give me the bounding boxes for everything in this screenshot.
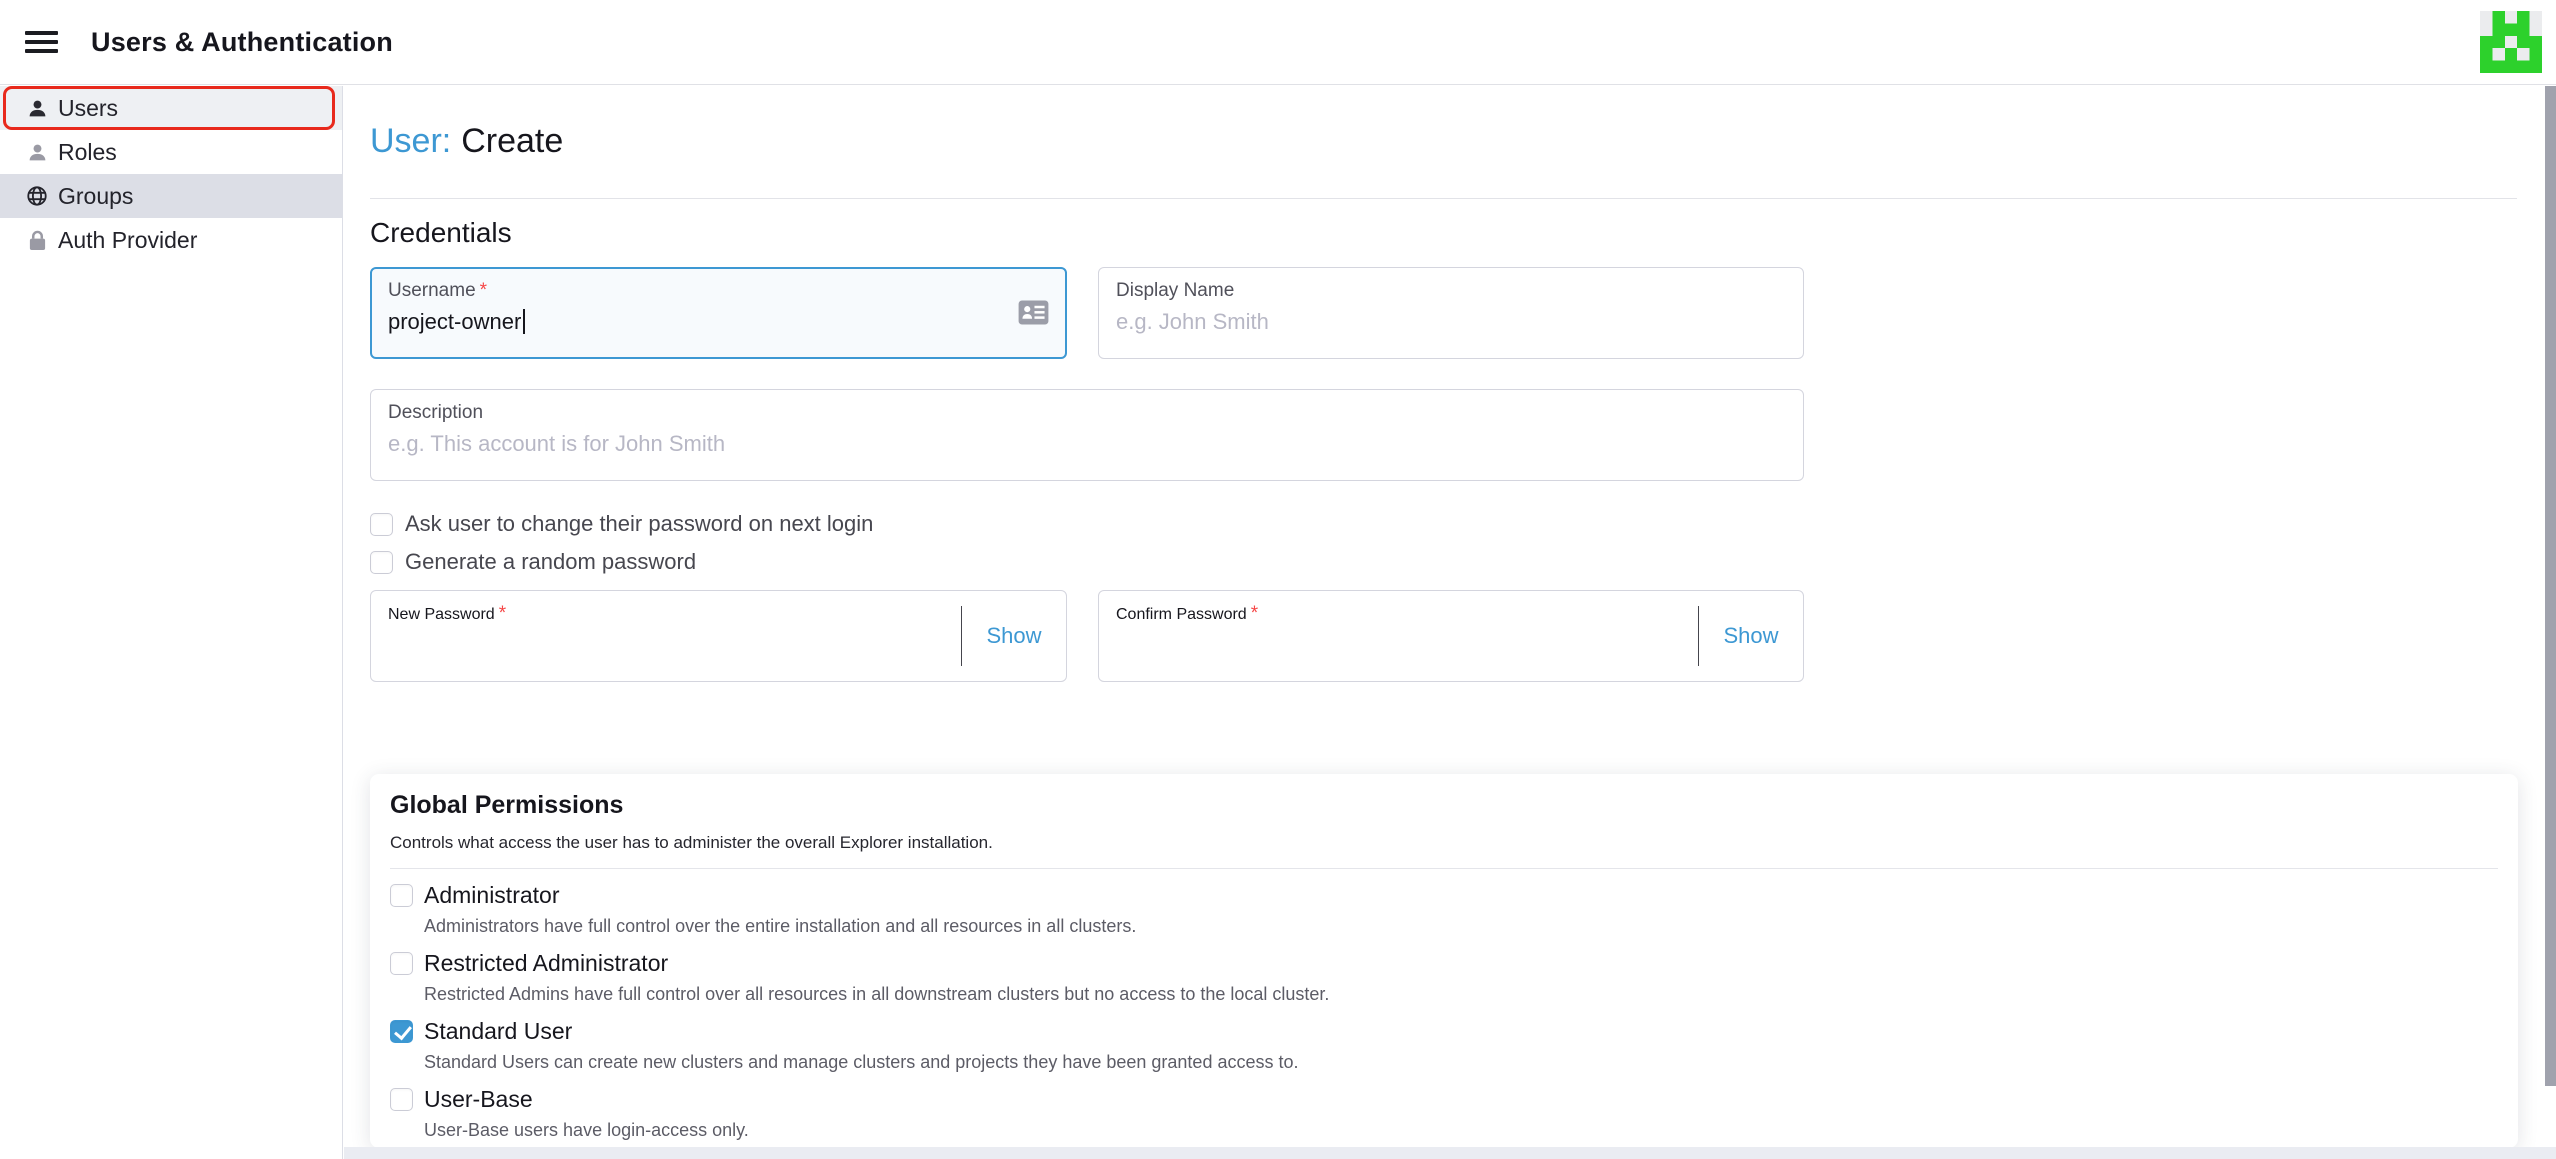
description-field[interactable]: Description e.g. This account is for Joh…: [370, 389, 1804, 481]
global-permissions-card: Global Permissions Controls what access …: [370, 774, 2518, 1148]
restricted-administrator-label: Restricted Administrator: [424, 950, 669, 976]
generate-random-password-checkbox[interactable]: [370, 550, 393, 574]
generate-random-password-row: Generate a random password: [370, 549, 696, 575]
page-background-strip: [344, 1147, 2556, 1159]
username-label: Username *: [388, 280, 488, 301]
sidebar-item-auth-provider[interactable]: Auth Provider: [0, 218, 342, 262]
app-title: Users & Authentication: [91, 26, 393, 57]
description-input[interactable]: e.g. This account is for John Smith: [388, 431, 1786, 457]
confirm-password-field[interactable]: Confirm Password * Show: [1098, 590, 1804, 682]
user-base-checkbox[interactable]: [390, 1088, 413, 1111]
global-permissions-divider: [390, 868, 2498, 869]
title-divider: [370, 198, 2517, 199]
display-name-field[interactable]: Display Name e.g. John Smith: [1098, 267, 1804, 359]
global-permissions-subheading: Controls what access the user has to adm…: [390, 833, 993, 852]
page-title-resource: User:: [370, 122, 452, 160]
ask-change-password-checkbox[interactable]: [370, 512, 393, 536]
brand-logo-icon[interactable]: [2480, 11, 2542, 73]
credentials-heading: Credentials: [370, 217, 512, 248]
address-card-icon: [1018, 300, 1049, 325]
required-asterisk: *: [479, 280, 488, 301]
standard-user-description: Standard Users can create new clusters a…: [424, 1052, 1299, 1072]
new-password-field[interactable]: New Password * Show: [370, 590, 1067, 682]
app-header: Users & Authentication: [0, 0, 2556, 85]
administrator-checkbox[interactable]: [390, 884, 413, 907]
new-password-show-button[interactable]: Show: [962, 591, 1066, 681]
sidebar-nav: Users Roles Groups Auth Provider: [0, 86, 343, 1159]
standard-user-checkbox[interactable]: [390, 1020, 413, 1043]
sidebar-item-users[interactable]: Users: [0, 86, 342, 130]
user-icon: [26, 141, 48, 163]
generate-random-password-label: Generate a random password: [405, 549, 697, 574]
standard-user-label: Standard User: [424, 1018, 573, 1044]
administrator-label: Administrator: [424, 882, 560, 908]
main-content: User: Create Credentials Username * projec…: [344, 86, 2556, 1159]
annotation-highlight-box: [3, 86, 335, 130]
ask-change-password-label: Ask user to change their password on nex…: [405, 511, 874, 536]
lock-icon: [26, 229, 48, 251]
description-label: Description: [388, 402, 484, 423]
sidebar-item-roles[interactable]: Roles: [0, 130, 342, 174]
confirm-password-show-button[interactable]: Show: [1699, 591, 1803, 681]
page-title: User: Create: [370, 122, 563, 161]
page-title-action: Create: [461, 122, 564, 160]
permission-option-user-base: User-Base User-Base users have login-acc…: [390, 1086, 2498, 1141]
user-icon: [26, 97, 48, 119]
display-name-input[interactable]: e.g. John Smith: [1116, 309, 1786, 335]
required-asterisk: *: [1250, 603, 1259, 624]
ask-change-password-row: Ask user to change their password on nex…: [370, 511, 873, 537]
sidebar-item-label: Groups: [58, 182, 134, 209]
sidebar-item-label: Auth Provider: [58, 226, 198, 253]
text-caret: [523, 309, 526, 334]
username-field[interactable]: Username * project-owner: [370, 267, 1067, 359]
administrator-description: Administrators have full control over th…: [424, 916, 1137, 936]
sidebar-item-label: Roles: [58, 138, 117, 165]
permission-option-standard-user: Standard User Standard Users can create …: [390, 1018, 2498, 1073]
display-name-label: Display Name: [1116, 280, 1235, 301]
restricted-administrator-checkbox[interactable]: [390, 952, 413, 975]
globe-icon: [26, 185, 48, 207]
required-asterisk: *: [498, 603, 507, 624]
global-permissions-heading: Global Permissions: [390, 791, 624, 819]
sidebar-item-label: Users: [58, 94, 119, 121]
vertical-scrollbar[interactable]: [2545, 86, 2556, 1086]
permission-option-administrator: Administrator Administrators have full c…: [390, 882, 2498, 937]
username-input[interactable]: project-owner: [388, 309, 1049, 335]
menu-hamburger-icon[interactable]: [25, 26, 58, 58]
confirm-password-label: Confirm Password *: [1116, 603, 1259, 624]
new-password-label: New Password *: [388, 603, 507, 624]
user-base-label: User-Base: [424, 1086, 533, 1112]
sidebar-item-groups[interactable]: Groups: [0, 174, 342, 218]
restricted-administrator-description: Restricted Admins have full control over…: [424, 984, 1330, 1004]
user-base-description: User-Base users have login-access only.: [424, 1120, 749, 1140]
permission-option-restricted-administrator: Restricted Administrator Restricted Admi…: [390, 950, 2498, 1005]
